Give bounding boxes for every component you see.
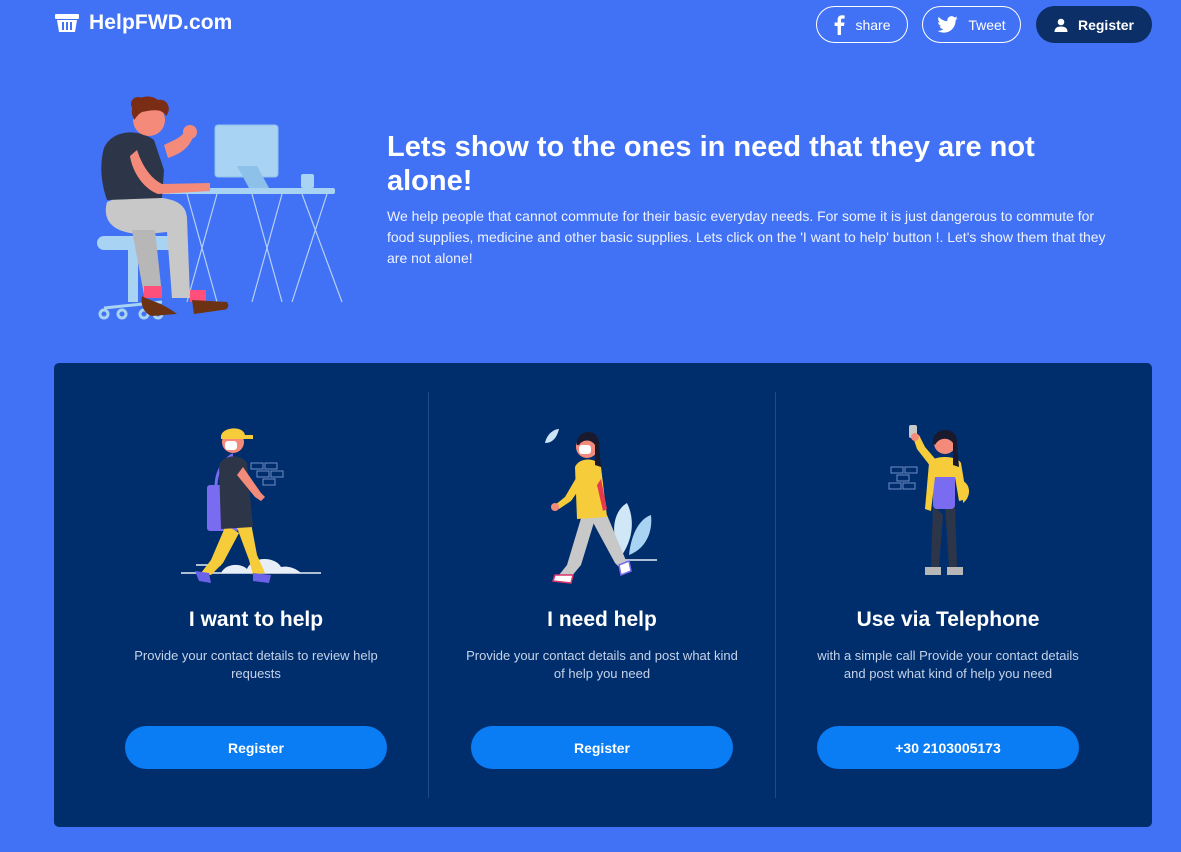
hero-description: We help people that cannot commute for t… [387,208,1106,266]
need-help-register-button[interactable]: Register [471,726,733,769]
twitter-icon [937,16,959,33]
share-label: share [855,16,891,33]
card-title: I need help [547,608,657,631]
header-register-label: Register [1077,16,1135,33]
logo[interactable]: HelpFWD.com [54,11,232,35]
logo-text: HelpFWD.com [89,11,233,34]
facebook-share-button[interactable]: share [816,6,908,43]
card-description: Provide your contact details and post wh… [466,648,738,681]
facebook-icon [835,14,846,35]
person-at-desk-illustration [97,96,343,320]
card-description: Provide your contact details to review h… [134,648,378,681]
options-panel: I want to help Provide your contact deta… [54,363,1152,827]
card-title: Use via Telephone [856,608,1040,631]
telephone-number-button[interactable]: +30 2103005173 [817,726,1079,769]
user-icon [1054,18,1068,32]
card-description: with a simple call Provide your contact … [817,648,1079,681]
person-in-need-illustration [545,429,657,584]
tweet-label: Tweet [968,16,1006,33]
want-to-help-register-button[interactable]: Register [125,726,387,769]
header-register-button[interactable]: Register [1036,6,1152,43]
person-with-phone-illustration [888,425,969,575]
card-want-to-help: I want to help Provide your contact deta… [83,363,429,827]
basket-icon [55,14,79,32]
card-need-help: I need help Provide your contact details… [429,363,775,827]
volunteer-walking-illustration [181,428,321,583]
card-telephone: Use via Telephone with a simple call Pro… [775,363,1121,827]
card-title: I want to help [188,608,324,631]
hero-title: Lets show to the ones in need that they … [387,131,1035,197]
tweet-button[interactable]: Tweet [922,6,1021,43]
